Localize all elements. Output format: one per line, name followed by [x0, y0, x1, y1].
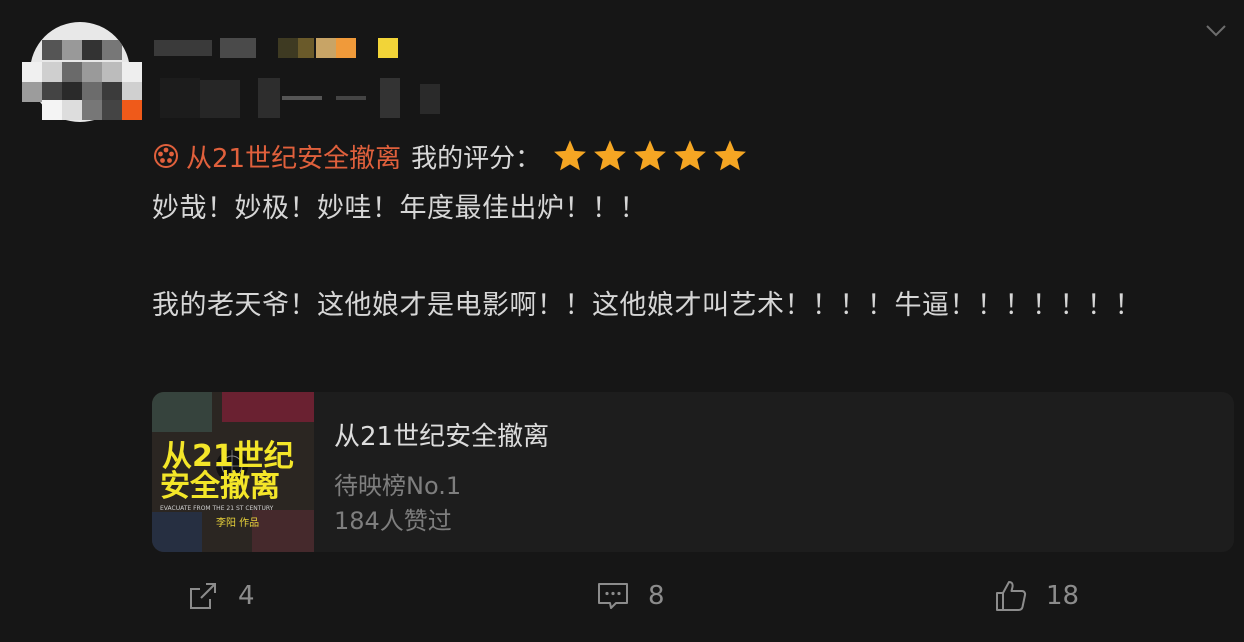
card-rank: 待映榜No.1 — [334, 472, 462, 500]
poster-credit: 李阳 作品 — [216, 516, 259, 529]
thumbs-up-icon — [996, 581, 1027, 611]
post-item: 从21世纪安全撤离 我的评分： 妙哉！妙极！妙哇！年度最佳出炉！！！ 我的老天爷… — [0, 0, 1244, 642]
poster-art: 从21世纪 安全撤离 EVACUATE FROM THE 21 ST CENTU… — [152, 392, 314, 552]
poster-title-line2: 安全撤离 — [160, 469, 280, 504]
share-button[interactable]: 4 — [186, 578, 255, 614]
film-reel-icon — [154, 144, 178, 168]
star-icon — [714, 140, 747, 171]
rating-line: 从21世纪安全撤离 我的评分： — [152, 138, 751, 174]
comment-icon — [598, 583, 628, 609]
movie-card[interactable]: 从21世纪 安全撤离 EVACUATE FROM THE 21 ST CENTU… — [152, 392, 1234, 552]
star-icon — [554, 140, 587, 171]
review-text-line: 妙哉！妙极！妙哇！年度最佳出炉！！！ — [152, 193, 647, 224]
star-icon — [594, 140, 627, 171]
star-icon — [634, 140, 667, 171]
movie-title-link[interactable]: 从21世纪安全撤离 — [186, 138, 401, 175]
like-count: 18 — [1046, 581, 1080, 611]
share-icon — [190, 583, 216, 609]
card-title: 从21世纪安全撤离 — [334, 422, 550, 452]
action-bar: 4 8 18 — [0, 578, 1244, 618]
movie-poster: 从21世纪 安全撤离 EVACUATE FROM THE 21 ST CENTU… — [152, 392, 314, 552]
card-likes: 184人赞过 — [334, 507, 452, 535]
chevron-down-icon[interactable] — [1204, 18, 1228, 42]
poster-subtitle: EVACUATE FROM THE 21 ST CENTURY — [160, 505, 274, 512]
comment-count: 8 — [648, 581, 665, 611]
comment-button[interactable]: 8 — [596, 578, 665, 614]
avatar[interactable] — [22, 22, 142, 122]
like-button[interactable]: 18 — [994, 578, 1079, 614]
share-count: 4 — [238, 581, 255, 611]
star-icon — [674, 140, 707, 171]
rating-stars — [551, 138, 751, 174]
review-text-line: 我的老天爷！这他娘才是电影啊！！这他娘才叫艺术！！！！牛逼！！！！！！！ — [152, 290, 1142, 321]
rating-label: 我的评分： — [411, 143, 542, 174]
